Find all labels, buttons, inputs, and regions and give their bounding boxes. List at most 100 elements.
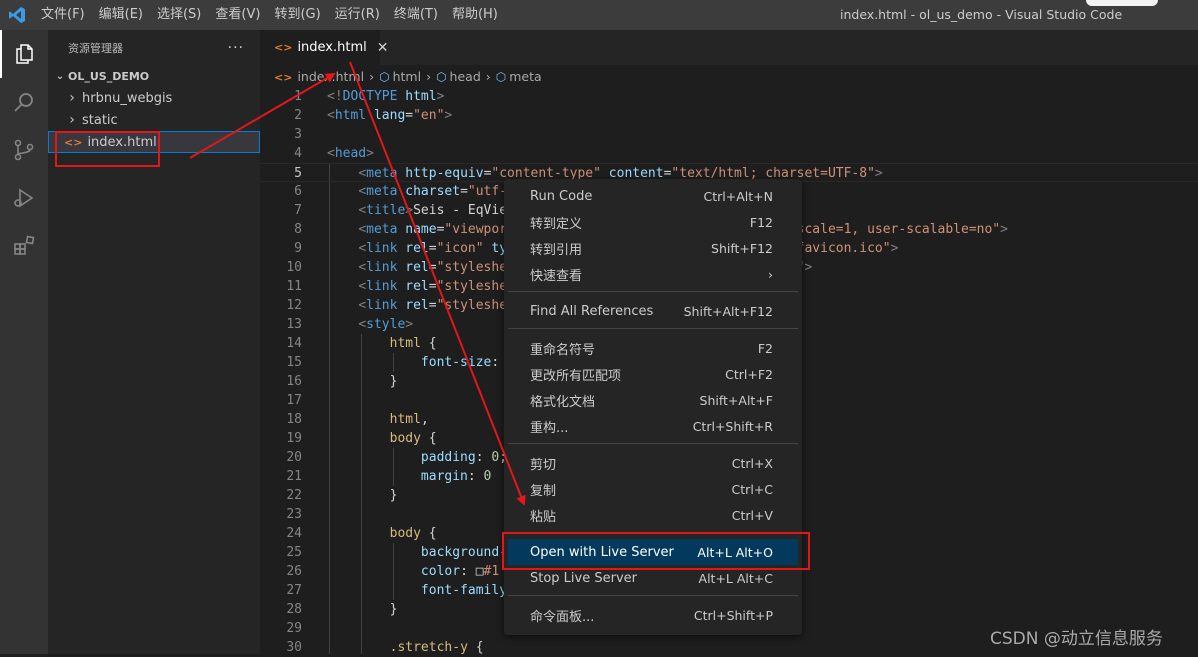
code-line: 2 <html lang="en"> (260, 106, 1198, 125)
chevron-right-icon: › (426, 68, 432, 84)
line-number: 18 (286, 412, 302, 427)
line-number: 12 (286, 298, 302, 313)
explorer-sidebar: 资源管理器 ··· ⌄ OL_US_DEMO › hrbnu_webgis › sta… (48, 30, 260, 654)
vscode-logo-icon (0, 0, 34, 30)
menu-item-shortcut: Shift+Alt+F12 (683, 303, 773, 319)
source-control-icon[interactable] (0, 126, 48, 174)
workspace-root-label: OL_US_DEMO (68, 69, 150, 83)
breadcrumb-item[interactable]: ⬡ html (379, 69, 421, 84)
menu-item--[interactable]: 重构... Ctrl+Shift+R (508, 413, 798, 439)
menu-item--[interactable]: 粘贴 Ctrl+V (508, 502, 798, 528)
tree-item-static[interactable]: › static (48, 109, 260, 131)
code-text: html, (389, 412, 429, 427)
menu-item[interactable]: 转到(G) (267, 0, 327, 30)
menu-item-label: 转到引用 (530, 242, 583, 258)
annotation-box-index-file (55, 131, 160, 167)
extensions-icon[interactable] (0, 222, 48, 270)
menu-separator (508, 291, 798, 292)
menu-item[interactable]: 编辑(E) (92, 0, 150, 30)
breadcrumb-label: html (392, 68, 422, 84)
menu-item[interactable]: 运行(R) (328, 0, 387, 30)
menu-item-shortcut: F2 (757, 340, 773, 356)
breadcrumb-label: meta (509, 68, 542, 84)
menu-item-shortcut: Ctrl+Alt+N (703, 188, 773, 204)
menu-item[interactable]: 终端(T) (387, 0, 445, 30)
tab-label: index.html (297, 40, 367, 55)
line-number: 1 (294, 89, 302, 104)
search-icon[interactable] (0, 78, 48, 126)
watermark: CSDN @动立信息服务 (990, 629, 1163, 649)
tree-item-label: hrbnu_webgis (82, 90, 173, 106)
menu-item-find-all-references[interactable]: Find All References Shift+Alt+F12 (508, 298, 798, 324)
tree-item-hrbnu-webgis[interactable]: › hrbnu_webgis (48, 87, 260, 109)
menu-item[interactable]: 查看(V) (208, 0, 267, 30)
code-text: background- (420, 545, 508, 560)
code-text: } (389, 374, 398, 389)
line-number: 17 (286, 393, 302, 408)
menu-item-run-code[interactable]: Run Code Ctrl+Alt+N (508, 183, 798, 209)
line-number: 11 (286, 279, 302, 294)
line-number: 30 (286, 640, 302, 655)
menu-item-label: 复制 (530, 483, 557, 499)
menu-item-shortcut: Ctrl+Shift+R (692, 418, 773, 434)
breadcrumb-item[interactable]: ⬡ head (436, 69, 481, 84)
code-text: margin: 0 (420, 469, 492, 484)
tab-index-html[interactable]: <> index.html ✕ (260, 30, 388, 65)
menu-item[interactable]: 选择(S) (150, 0, 208, 30)
explorer-header: 资源管理器 ··· (48, 30, 260, 65)
menu-item--[interactable]: 命令面板... Ctrl+Shift+P (508, 602, 798, 628)
line-number: 2 (294, 108, 302, 123)
menu-item--[interactable]: 重命名符号 F2 (508, 335, 798, 361)
run-debug-icon[interactable] (0, 174, 48, 222)
line-number: 27 (286, 583, 302, 598)
menu-item-shortcut: › (768, 266, 773, 282)
breadcrumb-item[interactable]: <> index.html (274, 69, 364, 84)
menu-item--[interactable]: 转到定义 F12 (508, 209, 798, 235)
code-text: <title>Seis - EqVie (358, 203, 508, 218)
symbol-icon: ⬡ (379, 69, 390, 84)
line-number: 22 (286, 488, 302, 503)
menu-item-label: 重命名符号 (530, 342, 596, 358)
menu-item-label: 剪切 (530, 457, 557, 473)
menu-item[interactable]: 文件(F) (34, 0, 92, 30)
editor-tabs: <> index.html ✕ (260, 30, 1198, 65)
menu-item--[interactable]: 格式化文档 Shift+Alt+F (508, 387, 798, 413)
code-text: <style> (358, 317, 414, 332)
menu-item-shortcut: Ctrl+V (731, 507, 773, 523)
code-text: body { (389, 526, 437, 541)
menu-item-label: 命令面板... (530, 609, 595, 625)
close-icon[interactable]: ✕ (377, 40, 389, 56)
line-number: 4 (294, 146, 302, 161)
symbol-icon: ⬡ (436, 69, 447, 84)
menu-item-shortcut: Ctrl+F2 (725, 366, 773, 382)
breadcrumb: <> index.html › ⬡ html › ⬡ head › ⬡ meta (260, 65, 1198, 87)
line-number: 23 (286, 507, 302, 522)
menu-item-label: 格式化文档 (530, 394, 596, 410)
menu-item-label: 更改所有匹配项 (530, 368, 622, 384)
menu-item-shortcut: Alt+L Alt+C (698, 570, 773, 586)
code-text: <!DOCTYPE html> (327, 89, 445, 104)
menu-item--[interactable]: 剪切 Ctrl+X (508, 450, 798, 476)
menu-item-label: 粘贴 (530, 509, 557, 525)
code-text: <link rel="styleshe (358, 279, 508, 294)
breadcrumb-item[interactable]: ⬡ meta (496, 69, 542, 84)
code-text: font-family (420, 583, 508, 598)
code-text: <link rel="styleshe (358, 298, 508, 313)
menu-item-label: Stop Live Server (530, 570, 637, 586)
code-line: 4 <head> (260, 144, 1198, 163)
code-text: html { (389, 336, 437, 351)
more-actions-icon[interactable]: ··· (228, 40, 244, 56)
code-text: body { (389, 431, 437, 446)
menu-item[interactable]: 帮助(H) (445, 0, 505, 30)
code-text: <meta charset="utf- (358, 184, 508, 199)
menu-item--[interactable]: 更改所有匹配项 Ctrl+F2 (508, 361, 798, 387)
chevron-right-icon: › (485, 68, 491, 84)
annotation-box-live-server (502, 532, 810, 570)
menu-item--[interactable]: 快速查看 › (508, 261, 798, 287)
menu-item--[interactable]: 复制 Ctrl+C (508, 476, 798, 502)
workspace-root[interactable]: ⌄ OL_US_DEMO (48, 65, 260, 87)
explorer-icon[interactable] (0, 30, 48, 78)
line-number: 14 (286, 336, 302, 351)
menu-item--[interactable]: 转到引用 Shift+F12 (508, 235, 798, 261)
html-file-icon: <> (274, 70, 293, 84)
